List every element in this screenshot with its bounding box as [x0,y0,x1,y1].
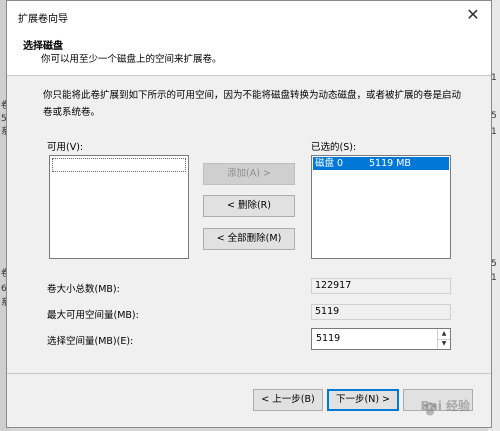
available-label: 可用(V): [47,142,84,153]
stepper-arrows: ▲ ▼ [437,329,450,349]
window-title: 扩展卷向导 [18,14,68,25]
chevron-down-icon[interactable]: ▼ [438,339,450,349]
selected-label: 已选的(S): [311,142,357,153]
page-subtitle: 你可以用至少一个磁盘上的空间来扩展卷。 [41,54,222,65]
title-bar: 扩展卷向导 ✕ [7,1,491,30]
max-space-value: 5119 [311,304,451,320]
selected-disks-list[interactable]: 磁盘 0 5119 MB [311,155,451,259]
watermark: Bai 经验 [420,399,470,413]
total-size-value: 122917 [311,278,451,294]
back-button[interactable]: < 上一步(B) [253,389,323,411]
space-amount-stepper[interactable]: 5119 ▲ ▼ [311,328,451,350]
add-button[interactable]: 添加(A) > [203,163,295,185]
page-title: 选择磁盘 [23,41,63,52]
max-space-label: 最大可用空间量(MB): [47,310,139,321]
disk-size: 5119 MB [369,158,411,169]
select-space-label: 选择空间量(MB)(E): [47,336,134,347]
space-amount-value: 5119 [316,333,341,344]
footer-separator [7,373,491,374]
focus-rect [52,158,186,172]
total-size-label: 卷大小总数(MB): [47,284,120,295]
list-item[interactable]: 磁盘 0 5119 MB [313,157,449,170]
description-text: 你只能将此卷扩展到如下所示的可用空间，因为不能将磁盘转换为动态磁盘，或者被扩展的… [43,90,462,118]
next-button[interactable]: 下一步(N) > [327,389,399,411]
remove-all-button[interactable]: < 全部删除(M) [203,228,295,250]
remove-button[interactable]: < 删除(R) [203,195,295,217]
wizard-header: 选择磁盘 你可以用至少一个磁盘上的空间来扩展卷。 [7,30,491,76]
extend-volume-wizard-window: 扩展卷向导 ✕ 选择磁盘 你可以用至少一个磁盘上的空间来扩展卷。 你只能将此卷扩… [6,0,492,428]
disk-name: 磁盘 0 [315,158,344,169]
available-disks-list[interactable] [49,155,189,259]
close-icon[interactable]: ✕ [463,5,483,25]
